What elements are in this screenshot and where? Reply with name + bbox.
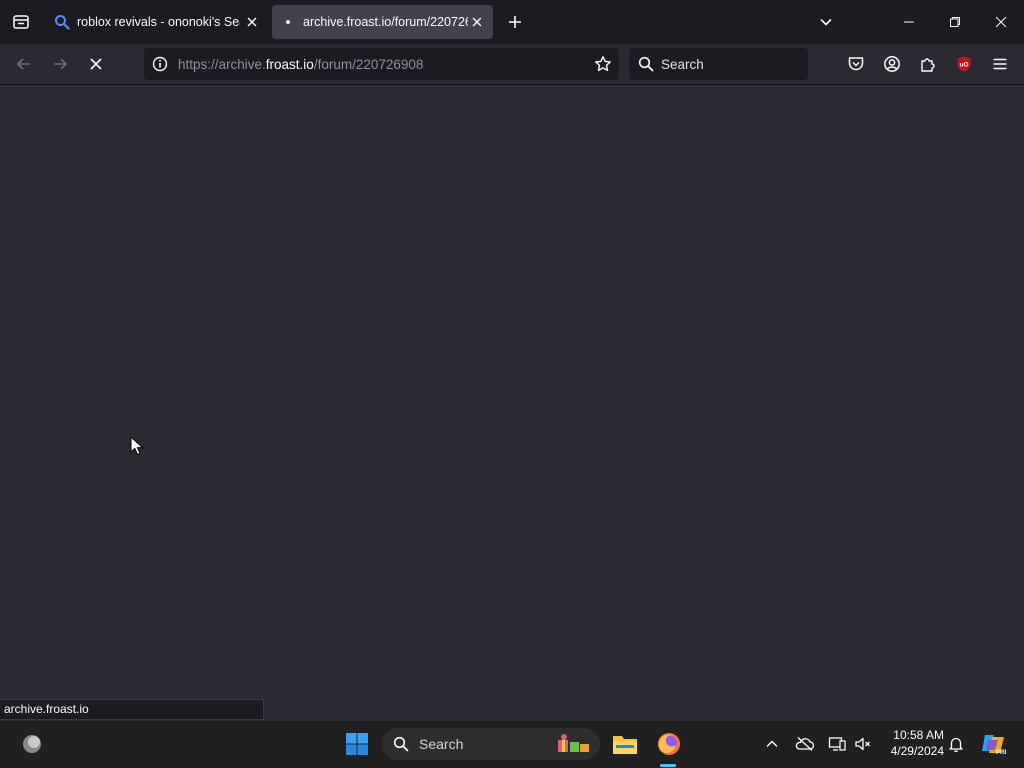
- minimize-button[interactable]: [886, 0, 932, 44]
- chevron-down-icon: [820, 18, 832, 26]
- url-prefix: https://archive.: [178, 56, 266, 72]
- close-tab-icon[interactable]: [244, 14, 260, 30]
- app-menu-button[interactable]: [985, 49, 1015, 79]
- pocket-icon: [848, 57, 864, 71]
- svg-text:uO: uO: [959, 62, 968, 69]
- web-search-input[interactable]: [661, 56, 801, 72]
- url-text: https://archive.froast.io/forum/22072690…: [178, 57, 423, 72]
- volume-tray-button[interactable]: [852, 734, 874, 754]
- weather-widget-button[interactable]: [18, 730, 46, 758]
- stop-icon: [90, 58, 102, 70]
- volume-muted-icon: [855, 737, 870, 751]
- search-highlight-gifts-icon: [558, 734, 589, 752]
- cloud-offline-icon: [795, 737, 815, 751]
- puzzle-piece-icon: [921, 58, 935, 72]
- tab-archive[interactable]: archive.froast.io/forum/220726908: [272, 5, 493, 39]
- copilot-icon: PRE: [982, 735, 1006, 756]
- back-button[interactable]: [9, 49, 39, 79]
- taskbar-clock[interactable]: 10:58 AM 4/29/2024: [880, 727, 944, 761]
- bookmark-star-icon[interactable]: [593, 54, 613, 74]
- file-explorer-button[interactable]: [610, 729, 640, 759]
- firefox-taskbar-button[interactable]: [654, 729, 684, 759]
- restore-button[interactable]: [932, 0, 978, 44]
- close-window-button[interactable]: [978, 0, 1024, 44]
- tab-title: archive.froast.io/forum/220726908: [303, 15, 468, 29]
- clock-date: 4/29/2024: [890, 744, 944, 758]
- minimize-icon: [904, 21, 914, 23]
- screen: roblox revivals - ononoki's Search archi…: [0, 0, 1024, 768]
- svg-text:PRE: PRE: [996, 750, 1006, 756]
- chevron-up-icon: [766, 740, 778, 747]
- tab-title: roblox revivals - ononoki's Search: [77, 15, 240, 29]
- mouse-cursor-icon: [130, 436, 144, 456]
- taskbar-search-label: Search: [419, 736, 464, 752]
- close-icon: [995, 16, 1007, 28]
- loading-dot-icon: [280, 14, 296, 30]
- back-arrow-icon: [16, 58, 30, 70]
- start-button[interactable]: [342, 729, 372, 759]
- firefox-icon: [658, 733, 680, 755]
- taskbar-search-box[interactable]: Search: [382, 728, 600, 760]
- restore-icon: [950, 17, 960, 27]
- weather-icon: [23, 735, 41, 753]
- ublock-shield-icon: uO: [957, 56, 971, 72]
- notifications-button[interactable]: [946, 734, 966, 754]
- hamburger-menu-icon: [993, 58, 1007, 70]
- tab-strip: roblox revivals - ononoki's Search archi…: [0, 0, 1024, 44]
- show-hidden-icons-button[interactable]: [762, 734, 782, 754]
- search-icon: [392, 735, 410, 753]
- windows-logo-icon: [346, 733, 368, 755]
- folder-icon: [613, 736, 637, 754]
- list-all-tabs-button[interactable]: [812, 8, 840, 36]
- firefox-view-icon: [13, 15, 29, 29]
- copilot-button[interactable]: PRE: [978, 729, 1008, 759]
- bell-icon: [949, 737, 963, 752]
- stop-button[interactable]: [81, 49, 111, 79]
- close-tab-icon[interactable]: [469, 14, 485, 30]
- link-status-panel: archive.froast.io: [0, 699, 264, 720]
- forward-arrow-icon: [54, 58, 68, 70]
- network-tray-button[interactable]: [826, 734, 848, 754]
- search-icon: [54, 14, 70, 30]
- clock-time: 10:58 AM: [893, 728, 944, 742]
- firefox-view-button[interactable]: [0, 0, 42, 44]
- forward-button[interactable]: [45, 49, 75, 79]
- new-tab-button[interactable]: [501, 8, 529, 36]
- pocket-button[interactable]: [841, 49, 871, 79]
- onedrive-tray-button[interactable]: [794, 734, 816, 754]
- site-info-icon[interactable]: [150, 54, 170, 74]
- web-search-bar[interactable]: [629, 48, 808, 80]
- extensions-button[interactable]: [913, 49, 943, 79]
- account-button[interactable]: [877, 49, 907, 79]
- url-path: /forum/220726908: [313, 56, 424, 72]
- tab-search[interactable]: roblox revivals - ononoki's Search: [46, 5, 268, 39]
- ublock-origin-button[interactable]: uO: [949, 49, 979, 79]
- account-icon: [884, 56, 900, 72]
- plus-icon: [509, 16, 521, 28]
- address-bar[interactable]: https://archive.froast.io/forum/22072690…: [144, 48, 619, 80]
- url-host: froast.io: [265, 56, 314, 72]
- page-content-area[interactable]: [0, 86, 1024, 720]
- network-icon: [828, 737, 846, 751]
- search-icon: [637, 55, 655, 73]
- active-app-indicator: [660, 764, 676, 767]
